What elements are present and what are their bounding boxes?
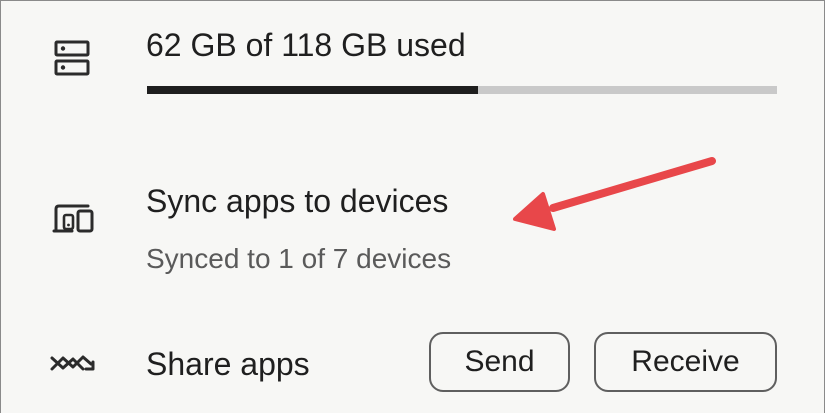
devices-icon xyxy=(52,204,94,233)
storage-icon xyxy=(54,40,90,76)
sync-apps-subtitle: Synced to 1 of 7 devices xyxy=(146,243,452,274)
receive-button[interactable]: Receive xyxy=(594,332,777,392)
storage-progress-bar xyxy=(147,86,777,94)
send-button[interactable]: Send xyxy=(429,332,570,392)
share-apps-label: Share apps xyxy=(146,346,310,382)
sync-apps-title: Sync apps to devices xyxy=(146,183,449,219)
sync-apps-row[interactable]: Sync apps to devices Synced to 1 of 7 de… xyxy=(1,171,824,291)
storage-progress-fill xyxy=(147,86,478,94)
share-swap-icon xyxy=(50,355,95,371)
settings-panel: 62 GB of 118 GB used Sync apps to device… xyxy=(0,0,825,413)
storage-usage-label: 62 GB of 118 GB used xyxy=(146,27,466,63)
